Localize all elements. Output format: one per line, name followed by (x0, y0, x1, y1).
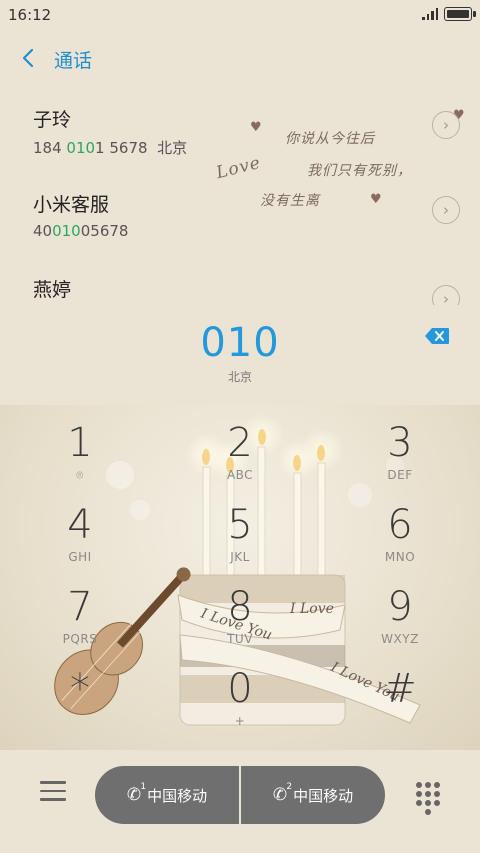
call-sim1-button[interactable]: ✆ 1 中国移动 (95, 766, 239, 824)
contact-name: 燕婷 (33, 279, 72, 301)
dialpad-icon[interactable] (416, 782, 440, 815)
call-sim2-label: 中国移动 (293, 786, 354, 805)
contact-item[interactable]: 子玲 184 0101 5678 北京 › (0, 105, 480, 175)
battery-icon (444, 7, 476, 21)
contact-name: 小米客服 (33, 194, 110, 216)
call-sim2-button[interactable]: ✆ 2 中国移动 (241, 766, 385, 824)
phone-icon: ✆ 2 (272, 782, 293, 805)
key-3[interactable]: 3 DEF (340, 420, 460, 500)
call-buttons: ✆ 1 中国移动 ✆ 2 中国移动 (95, 766, 385, 824)
chevron-right-icon[interactable]: › (432, 111, 460, 139)
key-8[interactable]: 8 TUV (180, 584, 300, 664)
dial-keypad: 1 ⌾ 2 ABC 3 DEF 4 GHI 5 JKL 6 MNO 7 PQRS 8 TUV 9… (0, 405, 480, 750)
sim-index: 1 (140, 782, 147, 792)
chevron-right-icon[interactable]: › (432, 285, 460, 305)
status-time: 16:12 (8, 6, 52, 24)
battery-level (447, 10, 469, 18)
key-star[interactable]: * (20, 666, 140, 746)
key-0[interactable]: 0 + (180, 666, 300, 746)
chevron-right-icon[interactable]: › (432, 196, 460, 224)
backspace-icon[interactable] (424, 326, 450, 346)
key-1[interactable]: 1 ⌾ (20, 420, 140, 500)
key-9[interactable]: 9 WXYZ (340, 584, 460, 664)
contact-item[interactable]: 燕婷 › (0, 275, 480, 305)
key-4[interactable]: 4 GHI (20, 502, 140, 582)
back-icon[interactable] (18, 44, 40, 72)
key-6[interactable]: 6 MNO (340, 502, 460, 582)
bottom-action-bar: ✆ 1 中国移动 ✆ 2 中国移动 (0, 765, 480, 825)
key-2[interactable]: 2 ABC (180, 420, 300, 500)
app-header: 通话 (0, 40, 480, 76)
dialed-number: 010 (200, 320, 280, 366)
contact-number: 4001005678 (33, 222, 129, 240)
signal-icon (422, 8, 438, 20)
status-bar: 16:12 (0, 0, 480, 30)
dialed-location: 北京 (227, 370, 252, 384)
contact-name: 子玲 (33, 109, 72, 131)
key-hash[interactable]: # (340, 666, 460, 746)
sim-index: 2 (286, 782, 293, 792)
key-7[interactable]: 7 PQRS (20, 584, 140, 664)
contact-number: 184 0101 5678 北京 (33, 139, 188, 157)
page-title: 通话 (54, 50, 93, 72)
phone-icon: ✆ 1 (126, 782, 147, 805)
contact-item[interactable]: 小米客服 4001005678 › (0, 190, 480, 260)
dial-display: 010 北京 (0, 320, 480, 390)
key-5[interactable]: 5 JKL (180, 502, 300, 582)
status-icons (422, 7, 476, 21)
call-sim1-label: 中国移动 (147, 786, 208, 805)
voicemail-icon: ⌾ (76, 468, 84, 482)
menu-icon[interactable] (40, 781, 66, 803)
